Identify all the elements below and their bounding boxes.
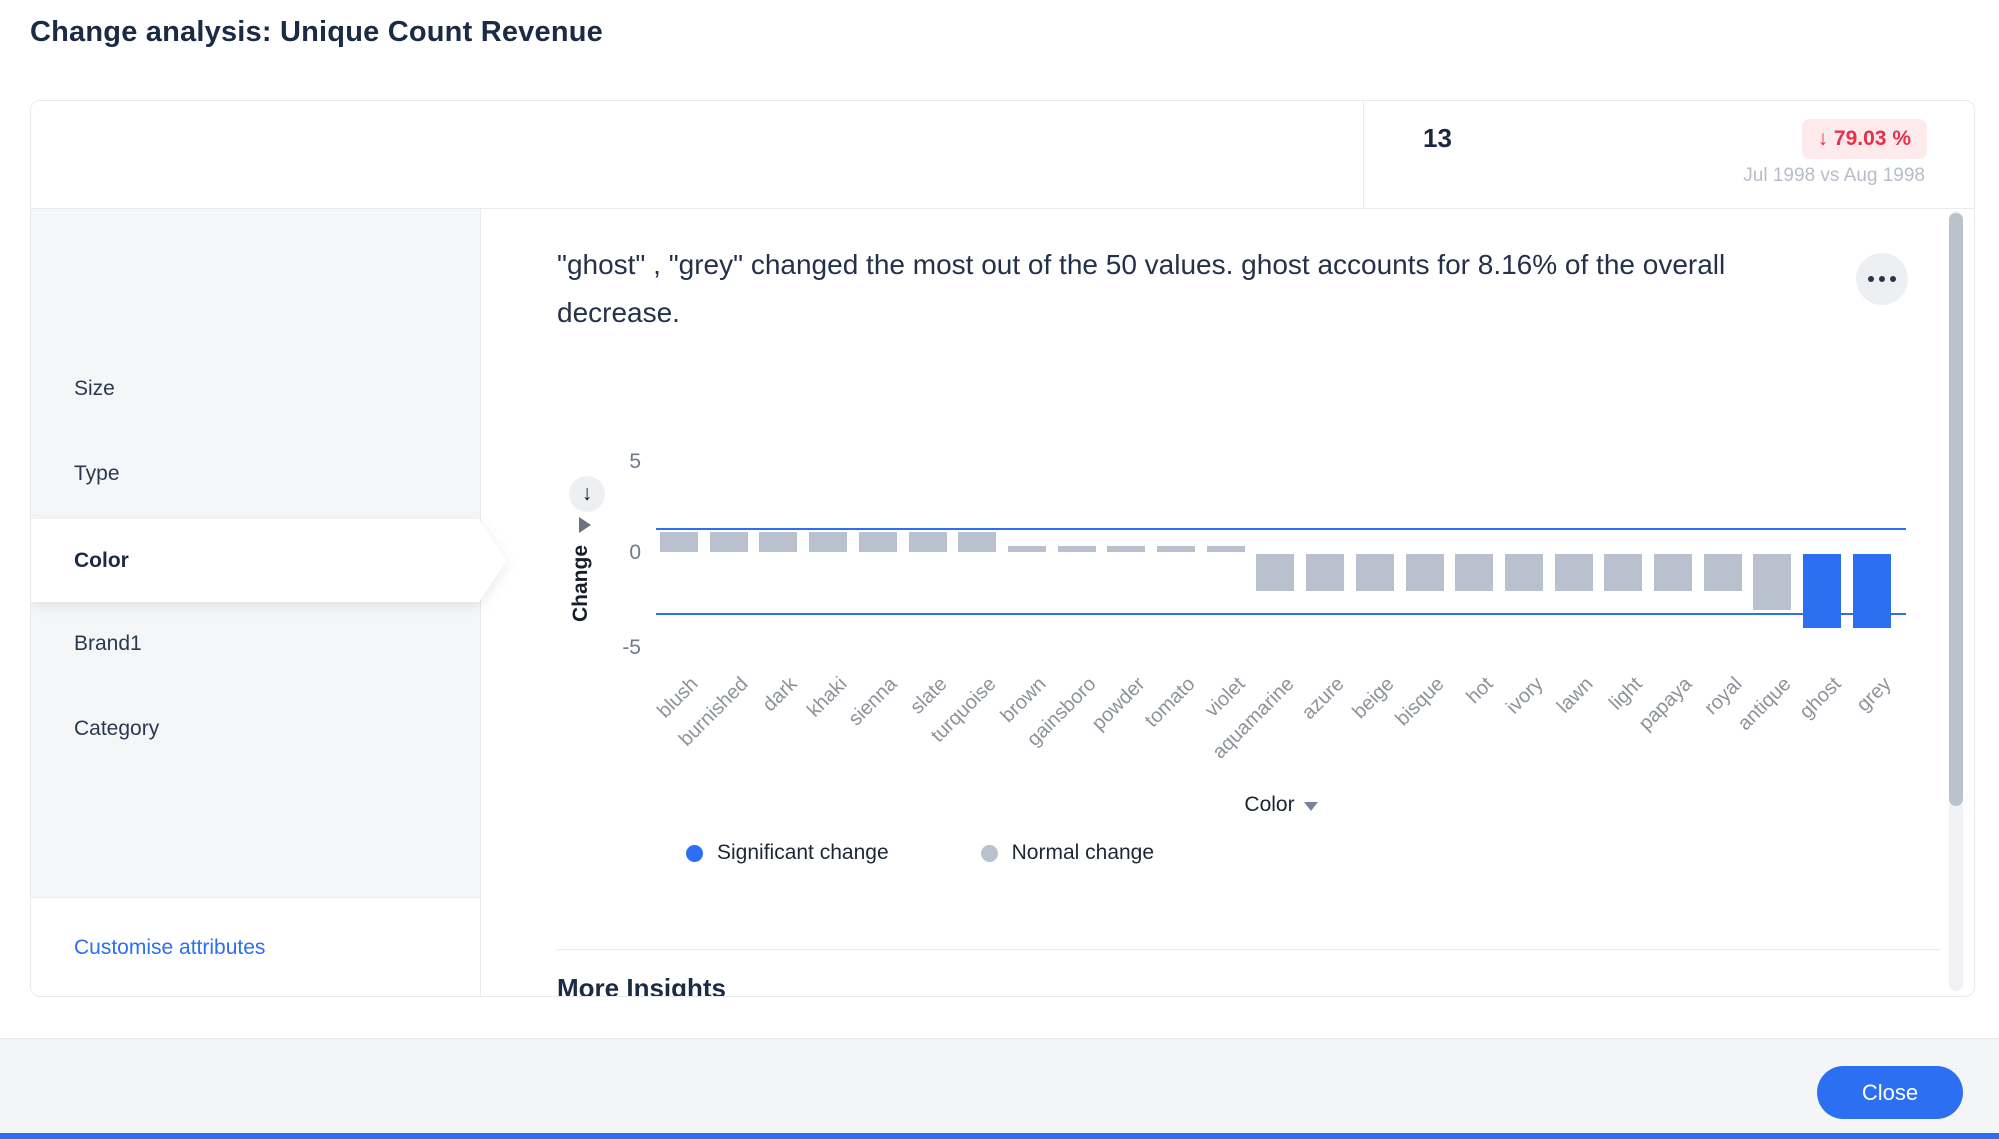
- bar-brown[interactable]: [1008, 546, 1046, 552]
- customise-attributes-link[interactable]: Customise attributes: [74, 936, 265, 960]
- bar-beige[interactable]: [1356, 554, 1394, 591]
- sidebar-item-color[interactable]: Color: [31, 519, 507, 602]
- bar-light[interactable]: [1604, 554, 1642, 591]
- bar-khaki[interactable]: [809, 532, 847, 552]
- bar-powder[interactable]: [1107, 546, 1145, 552]
- sidebar-item-label: Brand1: [74, 632, 142, 656]
- y-tick-label: 5: [595, 450, 641, 474]
- bar-dark[interactable]: [759, 532, 797, 552]
- significant-change-dot-icon: [686, 845, 703, 862]
- bar-burnished[interactable]: [710, 532, 748, 552]
- sidebar-footer: Customise attributes: [31, 897, 480, 997]
- bar-royal[interactable]: [1704, 554, 1742, 591]
- bar-violet[interactable]: [1207, 546, 1245, 552]
- bar-grey[interactable]: [1853, 554, 1891, 628]
- ellipsis-icon: [1868, 276, 1874, 282]
- decrease-badge: ↓ 79.03 %: [1802, 119, 1927, 159]
- bar-gainsboro[interactable]: [1058, 546, 1096, 552]
- bar-aquamarine[interactable]: [1256, 554, 1294, 591]
- bottom-accent-bar: [0, 1133, 1999, 1139]
- bar-sienna[interactable]: [859, 532, 897, 552]
- scrollbar-thumb[interactable]: [1949, 213, 1963, 806]
- sidebar-item-label: Category: [74, 717, 159, 741]
- chevron-down-icon[interactable]: [1304, 802, 1318, 811]
- y-tick-label: 0: [595, 541, 641, 565]
- axis-expand-icon[interactable]: [579, 517, 591, 533]
- ellipsis-icon: [1890, 276, 1896, 282]
- legend-label: Significant change: [717, 841, 889, 865]
- sidebar-item-size[interactable]: Size: [31, 354, 481, 424]
- bar-ivory[interactable]: [1505, 554, 1543, 591]
- card-header: 13 ↓ 79.03 % Jul 1998 vs Aug 1998: [31, 101, 1974, 209]
- close-button[interactable]: Close: [1817, 1066, 1963, 1119]
- attributes-sidebar: Size Type Color Brand1 Category Customis…: [31, 209, 481, 997]
- more-options-button[interactable]: [1856, 253, 1908, 305]
- chart-legend: Significant change Normal change: [686, 841, 1154, 865]
- threshold-line-lower: [656, 613, 1906, 615]
- page-title: Change analysis: Unique Count Revenue: [30, 16, 603, 49]
- bar-blush[interactable]: [660, 532, 698, 552]
- normal-change-dot-icon: [981, 845, 998, 862]
- bar-turquoise[interactable]: [958, 532, 996, 552]
- x-axis-dimension-label[interactable]: Color: [1244, 793, 1294, 817]
- ellipsis-icon: [1879, 276, 1885, 282]
- bar-chart-plot-area: [656, 441, 1906, 671]
- comparison-period-label: Jul 1998 vs Aug 1998: [1743, 165, 1925, 187]
- more-insights-heading: More Insights: [557, 973, 726, 997]
- metric-count: 13: [1423, 123, 1452, 154]
- insight-text: "ghost" , "grey" changed the most out of…: [557, 241, 1847, 337]
- bar-antique[interactable]: [1753, 554, 1791, 610]
- section-divider: [557, 949, 1941, 950]
- sidebar-item-label: Color: [74, 549, 129, 573]
- bar-hot[interactable]: [1455, 554, 1493, 591]
- change-analysis-dialog: Change analysis: Unique Count Revenue 13…: [0, 0, 1999, 1139]
- sidebar-item-category[interactable]: Category: [31, 694, 481, 764]
- dialog-footer: Close: [0, 1038, 1999, 1139]
- legend-item-normal: Normal change: [981, 841, 1154, 865]
- bar-azure[interactable]: [1306, 554, 1344, 591]
- legend-item-significant: Significant change: [686, 841, 889, 865]
- arrow-down-icon: ↓: [582, 482, 593, 506]
- sidebar-item-type[interactable]: Type: [31, 439, 481, 509]
- sidebar-item-label: Size: [74, 377, 115, 401]
- bar-slate[interactable]: [909, 532, 947, 552]
- bar-tomato[interactable]: [1157, 546, 1195, 552]
- bar-papaya[interactable]: [1654, 554, 1692, 591]
- x-axis-labels: blushburnisheddarkkhakisiennaslateturquo…: [656, 663, 1906, 813]
- bar-bisque[interactable]: [1406, 554, 1444, 591]
- threshold-line-upper: [656, 528, 1906, 530]
- sidebar-item-label: Type: [74, 462, 120, 486]
- legend-label: Normal change: [1012, 841, 1154, 865]
- y-tick-label: -5: [595, 636, 641, 660]
- sidebar-item-brand1[interactable]: Brand1: [31, 609, 481, 679]
- header-divider: [1363, 101, 1364, 209]
- analysis-card: 13 ↓ 79.03 % Jul 1998 vs Aug 1998 Size T…: [30, 100, 1975, 997]
- x-axis-name: Color: [656, 793, 1906, 817]
- sort-direction-button[interactable]: ↓: [569, 476, 605, 512]
- bar-lawn[interactable]: [1555, 554, 1593, 591]
- bar-ghost[interactable]: [1803, 554, 1841, 628]
